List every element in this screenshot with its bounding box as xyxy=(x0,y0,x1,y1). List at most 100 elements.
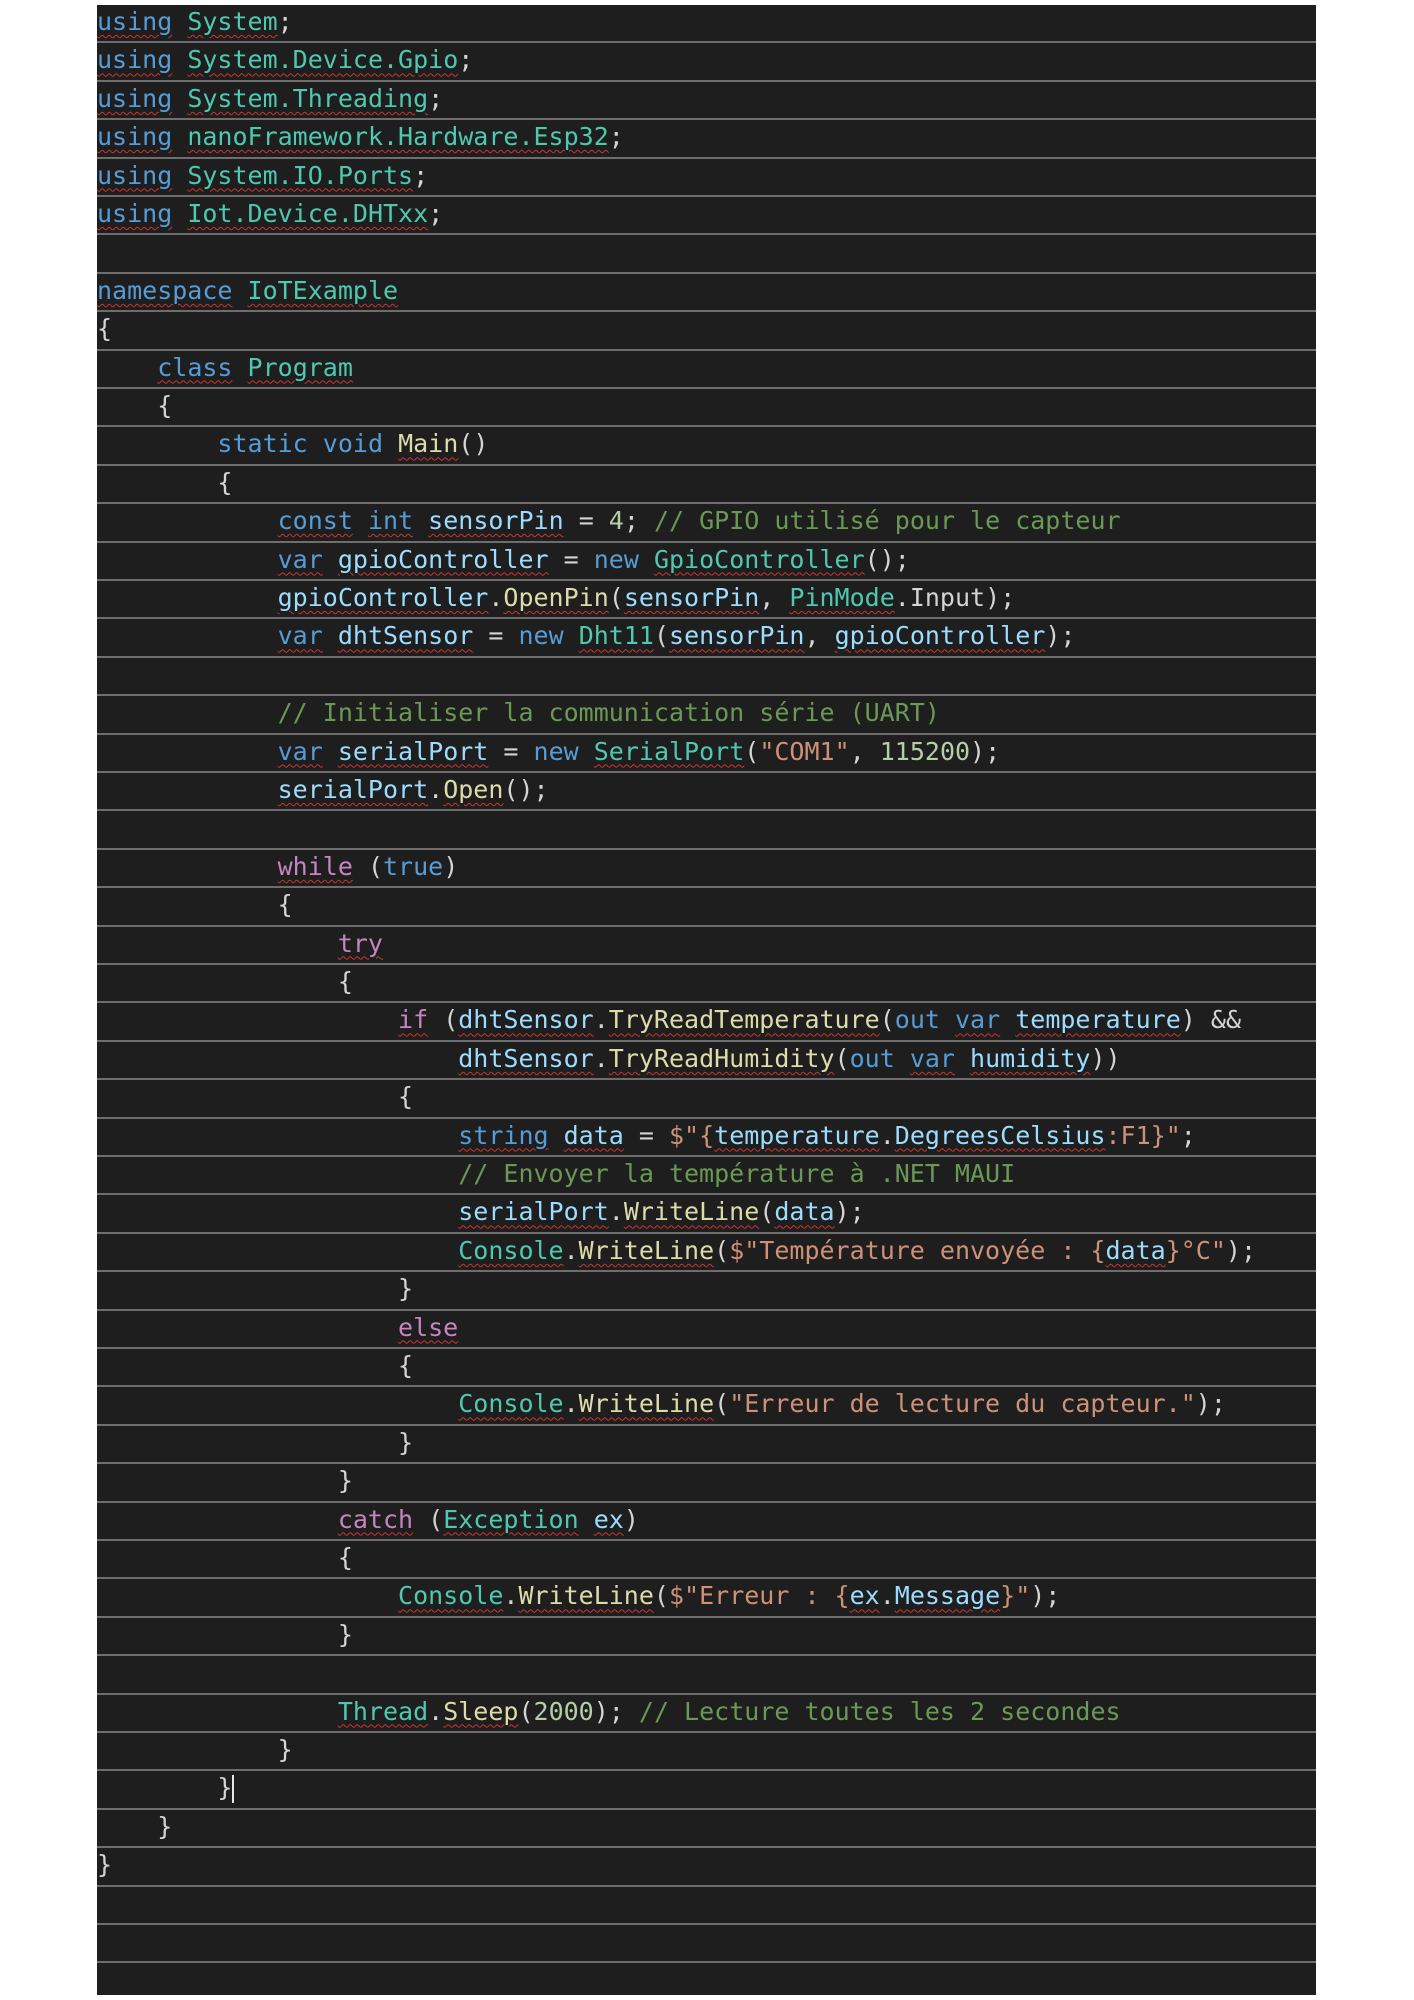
code-token-type: GpioController xyxy=(653,544,865,574)
code-token-kw: using xyxy=(97,199,173,228)
code-token-kw: var xyxy=(955,1005,1001,1035)
code-line[interactable]: } xyxy=(97,1618,1316,1657)
code-line[interactable]: Console.WriteLine("Erreur de lecture du … xyxy=(97,1387,1316,1426)
code-token-plain: ); xyxy=(1195,1389,1226,1419)
code-token-type: System.Device.Gpio xyxy=(187,45,459,75)
code-line[interactable]: var serialPort = new SerialPort("COM1", … xyxy=(97,735,1316,773)
code-line[interactable]: { xyxy=(97,1349,1316,1388)
code-line[interactable]: { xyxy=(97,466,1316,505)
code-token-plain: ; xyxy=(458,45,474,75)
code-line[interactable]: while (true) xyxy=(97,850,1316,889)
code-line[interactable] xyxy=(97,1887,1316,1925)
code-token-kw: string xyxy=(458,1120,549,1150)
code-token-plain: , xyxy=(759,583,790,612)
code-token-var: dhtSensor xyxy=(337,621,474,651)
code-token-var: dhtSensor xyxy=(458,1005,594,1035)
code-token-plain: . xyxy=(593,1043,609,1073)
code-token-kw: using xyxy=(97,45,173,75)
code-line[interactable]: } xyxy=(97,1464,1316,1503)
code-line[interactable]: } xyxy=(97,1426,1316,1465)
code-line[interactable]: { xyxy=(97,965,1316,1004)
code-line[interactable] xyxy=(97,235,1316,274)
code-token-plain: ( xyxy=(608,583,624,612)
code-line[interactable]: using Iot.Device.DHTxx; xyxy=(97,197,1316,236)
code-line[interactable]: Console.WriteLine($"Erreur : {ex.Message… xyxy=(97,1579,1316,1618)
code-line[interactable] xyxy=(97,658,1316,697)
code-line[interactable]: using System; xyxy=(97,5,1316,44)
code-line[interactable]: // Initialiser la communication série (U… xyxy=(97,696,1316,735)
code-line[interactable]: { xyxy=(97,888,1316,927)
code-line[interactable]: else xyxy=(97,1311,1316,1349)
code-token-kw: void xyxy=(322,429,384,459)
code-token-plain: . xyxy=(488,583,504,612)
code-token-var: data xyxy=(1105,1235,1166,1265)
code-line[interactable]: const int sensorPin = 4; // GPIO utilisé… xyxy=(97,504,1316,543)
code-token-type: Console xyxy=(398,1581,504,1611)
code-line[interactable]: { xyxy=(97,312,1316,351)
code-line[interactable] xyxy=(97,811,1316,850)
code-line[interactable] xyxy=(97,1963,1316,1995)
code-token-plain: ( xyxy=(714,1389,730,1419)
code-line[interactable]: serialPort.Open(); xyxy=(97,773,1316,812)
code-token-ctl: while xyxy=(277,851,353,881)
code-token-type: Dht11 xyxy=(578,621,654,651)
code-line[interactable]: } xyxy=(97,1771,1316,1810)
code-token-plain: . xyxy=(563,1235,579,1265)
code-line[interactable]: using System.Device.Gpio; xyxy=(97,43,1316,82)
code-line[interactable] xyxy=(97,1656,1316,1695)
code-line[interactable]: } xyxy=(97,1810,1316,1849)
code-token-plain: ); xyxy=(1225,1235,1257,1265)
code-line[interactable]: var dhtSensor = new Dht11(sensorPin, gpi… xyxy=(97,619,1316,658)
code-line[interactable]: using System.IO.Ports; xyxy=(97,159,1316,197)
code-line[interactable]: Thread.Sleep(2000); // Lecture toutes le… xyxy=(97,1695,1316,1733)
code-line[interactable]: if (dhtSensor.TryReadTemperature(out var… xyxy=(97,1003,1316,1042)
code-line[interactable]: class Program xyxy=(97,351,1316,389)
code-token-plain: } xyxy=(97,1850,113,1880)
code-line[interactable]: catch (Exception ex) xyxy=(97,1503,1316,1541)
code-token-var: gpioController xyxy=(337,544,549,574)
code-line[interactable]: namespace IoTExample xyxy=(97,274,1316,313)
code-token-var: DegreesCelsius xyxy=(894,1120,1106,1150)
code-line[interactable]: using nanoFramework.Hardware.Esp32; xyxy=(97,120,1316,159)
code-token-plain: ( xyxy=(879,1005,895,1035)
code-line[interactable]: } xyxy=(97,1272,1316,1311)
code-token-type: Exception xyxy=(443,1504,579,1534)
code-line[interactable]: { xyxy=(97,1080,1316,1119)
code-line[interactable]: serialPort.WriteLine(data); xyxy=(97,1195,1316,1234)
code-token-plain: { xyxy=(97,1351,414,1380)
code-token-plain: { xyxy=(97,391,173,420)
code-line[interactable]: static void Main() xyxy=(97,427,1316,466)
code-token-var: sensorPin xyxy=(623,583,760,612)
code-line[interactable]: Console.WriteLine($"Température envoyée … xyxy=(97,1234,1316,1273)
code-line[interactable]: dhtSensor.TryReadHumidity(out var humidi… xyxy=(97,1042,1316,1081)
code-token-var: ex xyxy=(849,1581,880,1611)
code-editor[interactable]: using System; using System.Device.Gpio; us… xyxy=(97,5,1316,1995)
code-token-plain: = xyxy=(563,506,609,536)
code-line[interactable] xyxy=(97,1925,1316,1964)
code-line[interactable]: } xyxy=(97,1733,1316,1772)
code-line[interactable]: { xyxy=(97,389,1316,428)
code-line[interactable]: using System.Threading; xyxy=(97,82,1316,121)
code-token-var: serialPort xyxy=(277,775,429,804)
code-line[interactable]: { xyxy=(97,1541,1316,1580)
code-token-plain: ); xyxy=(1030,1581,1061,1611)
code-line[interactable]: // Envoyer la température à .NET MAUI xyxy=(97,1157,1316,1196)
code-line[interactable]: var gpioController = new GpioController(… xyxy=(97,543,1316,581)
code-line[interactable]: string data = $"{temperature.DegreesCels… xyxy=(97,1119,1316,1157)
code-line[interactable]: try xyxy=(97,927,1316,965)
code-token-var: sensorPin xyxy=(669,621,805,651)
code-token-cmt: // GPIO utilisé pour le capteur xyxy=(653,506,1121,536)
code-line[interactable]: gpioController.OpenPin(sensorPin, PinMod… xyxy=(97,581,1316,620)
code-token-plain: = xyxy=(548,544,594,574)
code-line[interactable]: } xyxy=(97,1848,1316,1887)
code-token-plain: ) && xyxy=(1180,1005,1242,1035)
